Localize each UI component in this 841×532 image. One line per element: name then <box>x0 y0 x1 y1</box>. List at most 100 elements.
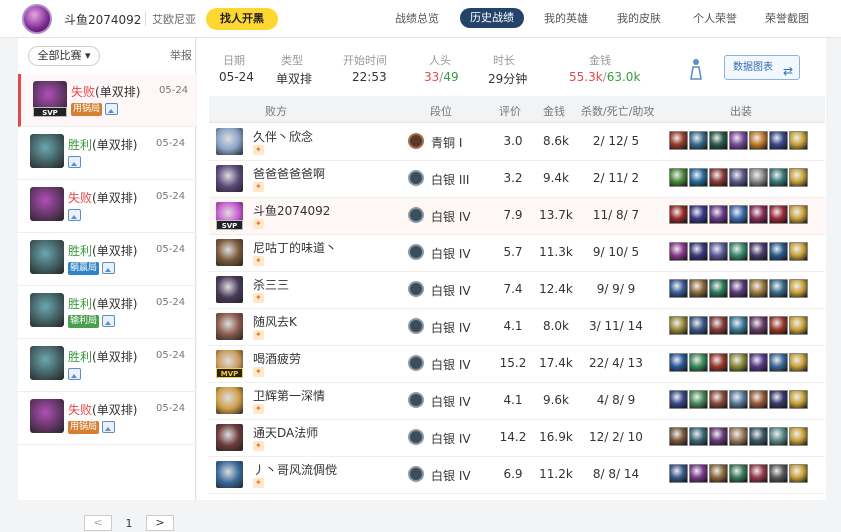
screenshot-icon[interactable] <box>102 421 116 433</box>
item-icon[interactable] <box>749 427 768 446</box>
item-icon[interactable] <box>669 279 688 298</box>
item-icon[interactable] <box>729 131 748 150</box>
champion-icon[interactable] <box>216 165 243 192</box>
item-icon[interactable] <box>749 168 768 187</box>
item-icon[interactable] <box>669 242 688 261</box>
item-icon[interactable] <box>689 131 708 150</box>
item-icon[interactable] <box>789 464 808 483</box>
item-icon[interactable] <box>769 279 788 298</box>
item-icon[interactable] <box>729 390 748 409</box>
table-row[interactable]: SVP 斗鱼2074092 ✦ 白银 IV 7.9 13.7k 11/ 8/ 7 <box>209 198 825 235</box>
item-icon[interactable] <box>749 242 768 261</box>
player-name[interactable]: 通天DA法师 <box>253 424 318 441</box>
data-chart-button[interactable]: 数据图表 ⇄ <box>724 55 800 80</box>
avatar[interactable] <box>22 4 52 34</box>
player-name[interactable]: 斗鱼2074092 <box>253 202 330 219</box>
player-name[interactable]: 爸爸爸爸爸啊 <box>253 165 325 182</box>
item-icon[interactable] <box>789 390 808 409</box>
table-row[interactable]: 爸爸爸爸爸啊 ✦ 白银 III 3.2 9.4k 2/ 11/ 2 <box>209 161 825 198</box>
player-name[interactable]: 喝酒疲劳 <box>253 350 301 367</box>
champion-icon[interactable] <box>216 239 243 266</box>
item-icon[interactable] <box>709 390 728 409</box>
item-icon[interactable] <box>709 464 728 483</box>
champion-icon[interactable] <box>216 461 243 488</box>
item-icon[interactable] <box>689 427 708 446</box>
report-link[interactable]: 举报 <box>170 47 192 63</box>
item-icon[interactable] <box>769 390 788 409</box>
match-list-item[interactable]: 胜利(单双排) 05-24 躺赢局 <box>18 233 196 286</box>
item-icon[interactable] <box>729 464 748 483</box>
item-icon[interactable] <box>769 427 788 446</box>
next-page-button[interactable]: > <box>146 515 174 531</box>
screenshot-icon[interactable] <box>68 156 81 168</box>
table-row[interactable]: 丿丶哥风流倜傥 ✦ 白银 IV 6.9 11.2k 8/ 8/ 14 <box>209 457 825 494</box>
item-icon[interactable] <box>789 279 808 298</box>
screenshot-icon[interactable] <box>68 209 81 221</box>
item-icon[interactable] <box>709 131 728 150</box>
item-icon[interactable] <box>749 279 768 298</box>
item-icon[interactable] <box>669 464 688 483</box>
match-filter-dropdown[interactable]: 全部比赛 ▾ <box>28 46 100 66</box>
screenshot-icon[interactable] <box>68 368 81 380</box>
item-icon[interactable] <box>689 205 708 224</box>
player-name[interactable]: 尼咕丁的味道丶 <box>253 239 337 256</box>
item-icon[interactable] <box>689 464 708 483</box>
nav-honor-screenshots[interactable]: 荣誉截图 <box>765 10 809 26</box>
champion-icon[interactable] <box>216 276 243 303</box>
item-icon[interactable] <box>709 316 728 335</box>
champion-icon[interactable] <box>216 387 243 414</box>
item-icon[interactable] <box>669 205 688 224</box>
item-icon[interactable] <box>729 242 748 261</box>
item-icon[interactable] <box>669 131 688 150</box>
item-icon[interactable] <box>729 427 748 446</box>
table-row[interactable]: 久伴丶欣念 ✦ 青铜 I 3.0 8.6k 2/ 12/ 5 <box>209 124 825 161</box>
item-icon[interactable] <box>669 316 688 335</box>
item-icon[interactable] <box>749 390 768 409</box>
item-icon[interactable] <box>729 353 748 372</box>
item-icon[interactable] <box>729 279 748 298</box>
match-list-item[interactable]: 失败(单双排) 05-24 <box>18 180 196 233</box>
item-icon[interactable] <box>749 131 768 150</box>
item-icon[interactable] <box>749 464 768 483</box>
item-icon[interactable] <box>709 353 728 372</box>
player-name[interactable]: 随风去K <box>253 313 297 330</box>
player-name[interactable]: 丿丶哥风流倜傥 <box>253 461 337 478</box>
table-row[interactable]: 通天DA法师 ✦ 白银 IV 14.2 16.9k 12/ 2/ 10 <box>209 420 825 457</box>
nav-heroes[interactable]: 我的英雄 <box>544 10 588 26</box>
match-list-item[interactable]: 胜利(单双排) 05-24 输利局 <box>18 286 196 339</box>
table-row[interactable]: 随风去K ✦ 白银 IV 4.1 8.0k 3/ 11/ 14 <box>209 309 825 346</box>
item-icon[interactable] <box>789 168 808 187</box>
match-list-item[interactable]: 胜利(单双排) 05-24 <box>18 127 196 180</box>
item-icon[interactable] <box>729 205 748 224</box>
screenshot-icon[interactable] <box>102 262 116 274</box>
item-icon[interactable] <box>789 427 808 446</box>
nav-skins[interactable]: 我的皮肤 <box>617 10 661 26</box>
item-icon[interactable] <box>689 279 708 298</box>
item-icon[interactable] <box>789 131 808 150</box>
item-icon[interactable] <box>709 427 728 446</box>
table-row[interactable]: 杀三三 ✦ 白银 IV 7.4 12.4k 9/ 9/ 9 <box>209 272 825 309</box>
champion-icon[interactable] <box>216 424 243 451</box>
item-icon[interactable] <box>769 131 788 150</box>
prev-page-button[interactable]: < <box>84 515 112 531</box>
item-icon[interactable] <box>749 353 768 372</box>
player-name[interactable]: 卫辉第一深情 <box>253 387 325 404</box>
screenshot-icon[interactable] <box>102 315 116 327</box>
item-icon[interactable] <box>749 205 768 224</box>
item-icon[interactable] <box>689 242 708 261</box>
champion-icon[interactable] <box>216 128 243 155</box>
item-icon[interactable] <box>709 205 728 224</box>
item-icon[interactable] <box>709 279 728 298</box>
item-icon[interactable] <box>789 205 808 224</box>
item-icon[interactable] <box>729 316 748 335</box>
item-icon[interactable] <box>689 316 708 335</box>
item-icon[interactable] <box>769 205 788 224</box>
figure-icon[interactable] <box>688 58 704 80</box>
item-icon[interactable] <box>769 353 788 372</box>
item-icon[interactable] <box>689 390 708 409</box>
champion-icon[interactable] <box>216 313 243 340</box>
item-icon[interactable] <box>689 353 708 372</box>
item-icon[interactable] <box>709 242 728 261</box>
item-icon[interactable] <box>769 464 788 483</box>
item-icon[interactable] <box>769 168 788 187</box>
